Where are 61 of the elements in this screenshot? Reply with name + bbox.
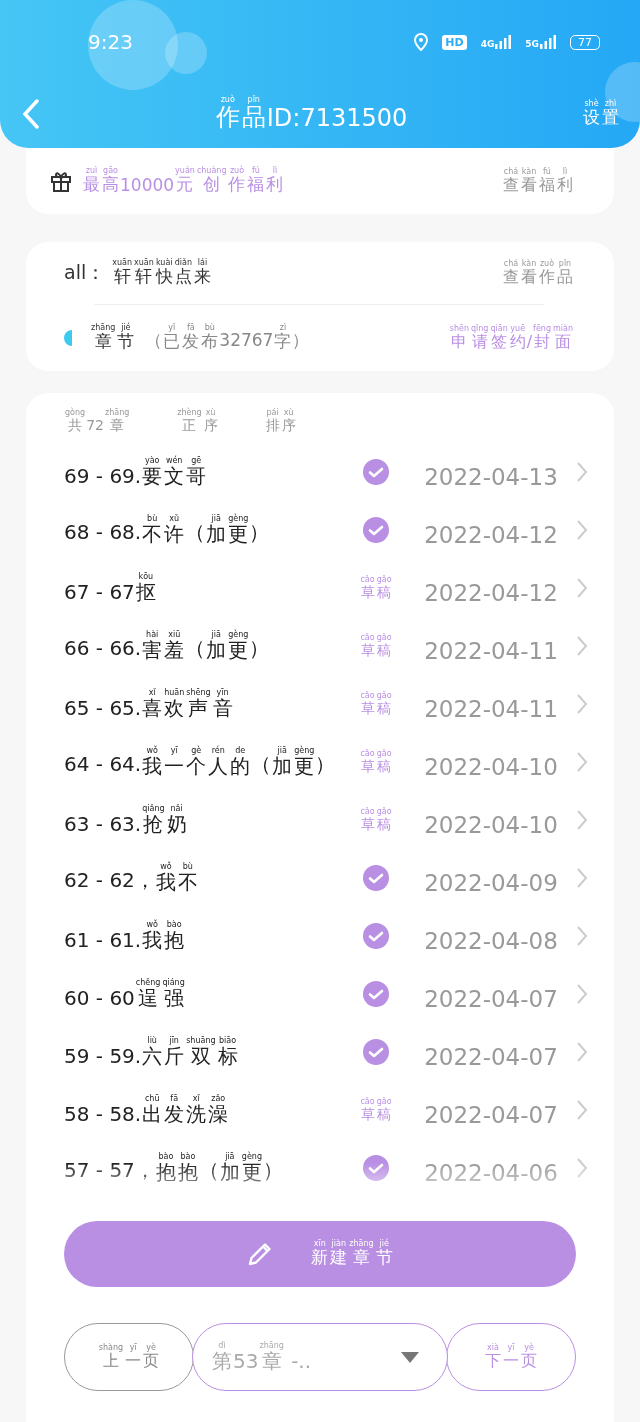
chapter-date: 2022-04-12	[423, 579, 559, 607]
chapter-title[interactable]: 65 - 65. xǐ 喜 huān 欢 shēng 声 yīn 音	[64, 688, 346, 720]
chapters-label: zhāng 章 jié 节	[90, 324, 136, 352]
chapter-title[interactable]: 68 - 68. bù 不 xǔ 许（ jiā 加 gèng 更）	[64, 514, 346, 546]
bonus-text: zuì 最 gāo 高 10000 yuán 元 chuàng 创 zuò 作 fú 福 lì 利	[82, 167, 285, 195]
chevron-right-icon[interactable]	[576, 635, 588, 658]
chevron-right-icon[interactable]	[576, 983, 588, 1006]
signal-indicator: 5G	[525, 35, 556, 49]
draft-label: cǎo 草 gǎo 稿	[359, 808, 393, 833]
chapter-title[interactable]: 62 - 62， wǒ 我 bù 不	[64, 862, 346, 894]
chapter-title[interactable]: 61 - 61. wǒ 我 bào 抱	[64, 920, 346, 952]
chapter-date: 2022-04-11	[423, 695, 559, 723]
previous-page-button[interactable]: shàng 上 yī 一 yè 页	[64, 1323, 194, 1392]
location-icon	[414, 33, 429, 51]
chapter-date: 2022-04-06	[423, 1159, 559, 1187]
chapter-date: 2022-04-10	[423, 753, 559, 781]
chapter-date: 2022-04-12	[423, 521, 559, 549]
chevron-right-icon[interactable]	[576, 809, 588, 832]
chevron-right-icon[interactable]	[576, 1099, 588, 1122]
draft-label: cǎo 草 gǎo 稿	[359, 692, 393, 717]
gift-icon	[50, 170, 72, 192]
chapter-title[interactable]: 58 - 58. chū 出 fā 发 xǐ 洗 zǎo 澡	[64, 1094, 346, 1126]
draft-label: cǎo 草 gǎo 稿	[359, 750, 393, 775]
caret-icon	[401, 1351, 419, 1363]
chevron-right-icon[interactable]	[576, 693, 588, 716]
chevron-right-icon[interactable]	[576, 461, 588, 484]
chapter-title[interactable]: 69 - 69. yào 要 wén 文 gē 哥	[64, 456, 346, 488]
chapter-title[interactable]: 63 - 63. qiǎng 抢 nǎi 奶	[64, 804, 346, 836]
chevron-right-icon[interactable]	[576, 577, 588, 600]
chapter-date: 2022-04-10	[423, 811, 559, 839]
clock: 9:23	[88, 30, 133, 54]
chapter-title[interactable]: 67 - 67 kōu 抠	[64, 572, 346, 604]
draft-label: cǎo 草 gǎo 稿	[359, 1098, 393, 1123]
chevron-right-icon[interactable]	[576, 1041, 588, 1064]
chevron-right-icon[interactable]	[576, 751, 588, 774]
draft-label: cǎo 草 gǎo 稿	[359, 576, 393, 601]
work-title: xuān 轩 xuān 轩 kuài 快 diǎn 点 lái 来	[111, 259, 213, 287]
signal-indicator: 4G	[480, 35, 512, 49]
chevron-right-icon[interactable]	[576, 1157, 588, 1180]
chapter-title[interactable]: 66 - 66. hài 害 xiū 羞（ jiā 加 gèng 更）	[64, 630, 346, 662]
chapter-date: 2022-04-09	[423, 869, 559, 897]
chevron-right-icon[interactable]	[576, 519, 588, 542]
chevron-right-icon[interactable]	[576, 867, 588, 890]
chapter-date: 2022-04-07	[423, 1043, 559, 1071]
chevron-right-icon[interactable]	[576, 925, 588, 948]
chapter-date: 2022-04-07	[423, 1101, 559, 1129]
page-title: zuò 作 pǐn 品ID:7131500	[214, 96, 408, 132]
author-label: all：	[64, 260, 106, 285]
draft-label: cǎo 草 gǎo 稿	[359, 634, 393, 659]
chapters-stats: （ yǐ 已 fā 发 bù 布32767 zì 字）	[145, 324, 310, 352]
chapter-date: 2022-04-08	[423, 927, 559, 955]
list-header-item: gòng 共 72 zhāng 章	[64, 409, 131, 434]
chapter-date: 2022-04-11	[423, 637, 559, 665]
chapter-title[interactable]: 60 - 60 chěng 逞 qiáng 强	[64, 978, 346, 1010]
chapter-title[interactable]: 59 - 59. liù 六 jīn 斤 shuāng 双 biāo 标	[64, 1036, 346, 1068]
chapter-title[interactable]: 64 - 64. wǒ 我 yī 一 gè 个 rén 人 de 的（ jiā 加 gèng 更）	[64, 746, 346, 778]
back-icon[interactable]	[22, 99, 40, 129]
chapter-date: 2022-04-13	[423, 463, 559, 491]
chapter-date: 2022-04-07	[423, 985, 559, 1013]
battery-indicator: 77	[570, 34, 600, 50]
hd-badge: HD	[442, 34, 467, 50]
